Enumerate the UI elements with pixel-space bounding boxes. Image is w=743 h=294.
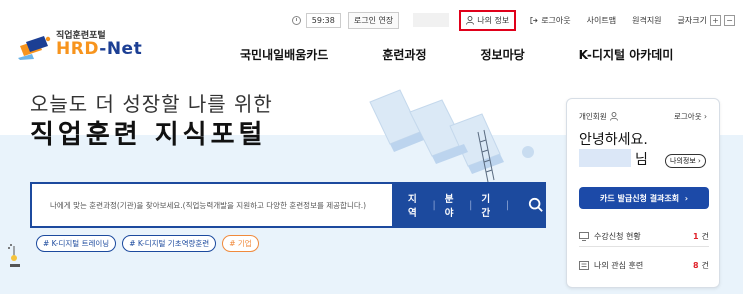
tag-k-digital-training[interactable]: # K-디지털 트레이닝: [36, 235, 117, 252]
my-info-link[interactable]: 나의 정보: [459, 9, 517, 31]
nav-item-naeil-card[interactable]: 국민내일배움카드: [240, 46, 328, 63]
card-status-button[interactable]: 카드 발급신청 결과조회 ›: [579, 187, 709, 209]
tag-company[interactable]: # 기업: [222, 235, 259, 252]
my-info-label: 나의 정보: [477, 15, 510, 25]
logo-mark-icon: [18, 36, 51, 60]
monitor-icon: [579, 232, 589, 241]
panel-logout-link[interactable]: 로그아웃 ›: [674, 111, 707, 122]
card-status-label: 카드 발급신청 결과조회: [599, 193, 680, 203]
logo-hrd: HRD: [56, 39, 100, 59]
enrollment-status-label: 수강신청 현황: [594, 232, 641, 241]
filter-period[interactable]: 기간: [481, 191, 496, 219]
user-icon: [466, 15, 475, 25]
user-icon: [609, 112, 618, 121]
enrollment-status-row[interactable]: 수강신청 현황 1건: [579, 231, 709, 242]
logout-link[interactable]: 로그아웃: [530, 15, 571, 26]
panel-my-info-button[interactable]: 나의정보 ›: [665, 154, 706, 168]
name-suffix: 님: [635, 152, 648, 168]
filter-separator: |: [469, 199, 473, 211]
logo-dash: -: [99, 39, 107, 59]
hashtag-list: # K-디지털 트레이닝 # K-디지털 기초역량훈련 # 기업: [36, 235, 265, 252]
logout-label: 로그아웃: [541, 15, 571, 25]
utility-bar: 59:38 로그인 연장 나의 정보 로그아웃 사이트맵 원격지원 글자크기 +…: [291, 9, 735, 31]
interest-count-unit: 건: [701, 261, 709, 270]
tag-k-digital-basic[interactable]: # K-디지털 기초역량훈련: [122, 235, 217, 252]
panel-divider: [579, 246, 709, 247]
main-nav: 국민내일배움카드 훈련과정 정보마당 K-디지털 아카데미: [240, 46, 673, 63]
course-search-bar: 나에게 맞는 훈련과정(기관)을 찾아보세요.(직업능력개발을 지원하고 다양한…: [30, 182, 546, 228]
filter-region[interactable]: 지역: [408, 191, 423, 219]
interest-count-value: 8: [693, 261, 699, 270]
enrollment-count: 1건: [693, 231, 709, 242]
hrd-3d-illustration: [369, 89, 534, 183]
clock-icon: [291, 15, 301, 25]
panel-my-info-label: 나의정보: [670, 157, 696, 165]
member-type-label: 개인회원: [579, 112, 607, 121]
logo-wordmark: HRD-Net: [56, 39, 142, 59]
remote-support-link[interactable]: 원격지원: [632, 15, 661, 26]
font-size-label: 글자크기: [677, 15, 707, 25]
panel-logout-label: 로그아웃: [674, 112, 702, 121]
user-name-blurred: [413, 13, 450, 27]
font-size-control: 글자크기 + −: [677, 14, 735, 26]
search-icon[interactable]: [528, 196, 544, 214]
user-panel: 개인회원 로그아웃 › 안녕하세요. 님 나의정보 › 카드 발급신청 결과조회…: [566, 98, 720, 288]
timer-value: 59:38: [305, 12, 341, 28]
session-timer: 59:38: [291, 12, 344, 28]
search-filters: 지역 | 분야 | 기간 |: [392, 184, 544, 226]
search-input[interactable]: 나에게 맞는 훈련과정(기관)을 찾아보세요.(직업능력개발을 지원하고 다양한…: [32, 184, 392, 226]
nav-item-training-courses[interactable]: 훈련과정: [382, 46, 426, 63]
font-increase-button[interactable]: +: [710, 14, 721, 26]
user-name-blurred: [579, 149, 631, 167]
extend-login-button[interactable]: 로그인 연장: [347, 11, 400, 29]
nav-item-info-plaza[interactable]: 정보마당: [481, 46, 525, 63]
hero-subtitle: 오늘도 더 성장할 나를 위한: [30, 92, 273, 116]
interest-training-row[interactable]: 나의 관심 훈련 8건: [579, 260, 709, 271]
lamp-decoration-icon: [8, 244, 20, 267]
interest-training-label: 나의 관심 훈련: [594, 261, 644, 270]
document-icon: [579, 261, 589, 270]
enrollment-count-unit: 건: [701, 232, 709, 241]
font-decrease-button[interactable]: −: [724, 14, 735, 26]
hrd-net-logo[interactable]: 직업훈련포털 HRD-Net: [18, 28, 148, 64]
member-type: 개인회원: [579, 111, 621, 122]
logo-net: Net: [106, 39, 143, 59]
logout-icon: [530, 16, 538, 24]
filter-separator: |: [505, 199, 510, 211]
hero-title: 직업훈련 지식포털: [30, 120, 267, 150]
sitemap-link[interactable]: 사이트맵: [587, 15, 616, 26]
enrollment-count-value: 1: [693, 232, 699, 241]
greeting: 안녕하세요.: [579, 132, 648, 148]
filter-separator: |: [432, 199, 436, 211]
filter-field[interactable]: 분야: [445, 191, 460, 219]
nav-item-k-digital-academy[interactable]: K-디지털 아카데미: [579, 46, 674, 63]
interest-count: 8건: [693, 260, 709, 271]
